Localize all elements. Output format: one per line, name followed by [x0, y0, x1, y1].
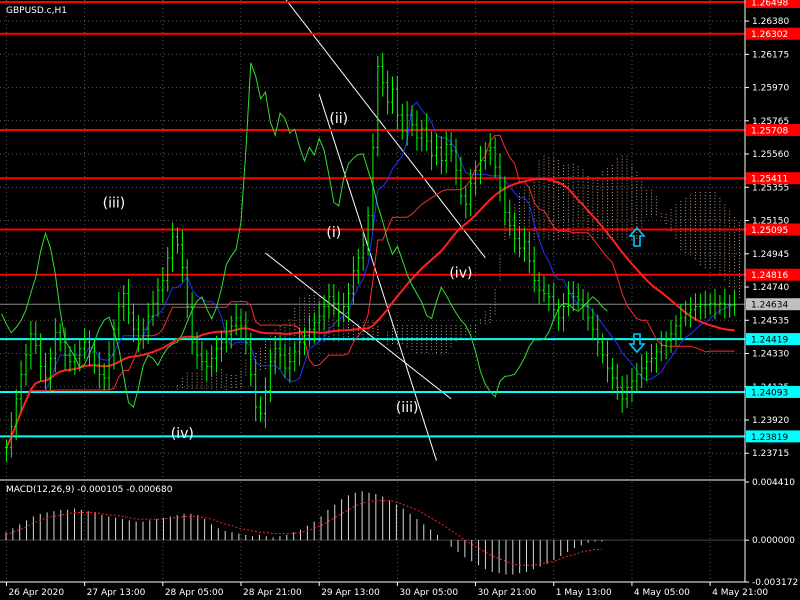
price-tick-label: 1.26380: [752, 17, 789, 27]
chart-window[interactable]: (iii) (iv) (v) (ii) (i) (iii) (iv) 0.004410 0.0…: [0, 0, 800, 600]
price-level-tag-label: 1.24093: [751, 388, 788, 398]
time-tick-label: 30 Apr 21:00: [478, 588, 537, 598]
price-tick-label: 1.23715: [752, 449, 789, 459]
macd-tick-label: 0.000000: [752, 536, 795, 546]
price-level-tag-label: 1.24419: [751, 336, 788, 346]
time-tick-label: 4 May 21:00: [712, 588, 768, 598]
price-tick-label: 1.24740: [752, 283, 789, 293]
price-level-tag-label: 1.25411: [751, 175, 788, 185]
time-tick-label: 1 May 13:00: [556, 588, 612, 598]
price-level-tag-label: 1.24634: [751, 301, 788, 311]
price-tick-label: 1.24330: [752, 350, 789, 360]
price-tick-label: 1.25355: [752, 183, 789, 193]
price-level-tag-label: 1.23819: [751, 433, 788, 443]
price-tick-label: 1.25970: [752, 84, 789, 94]
symbol-title: GBPUSD.c,H1: [6, 6, 67, 16]
wave-label: (iii): [103, 196, 126, 212]
price-tick-label: 1.24535: [752, 316, 789, 326]
price-level-tag-label: 1.24816: [751, 271, 788, 281]
time-tick-label: 28 Apr 21:00: [243, 588, 302, 598]
price-chart[interactable]: (iii) (iv) (v) (ii) (i) (iii) (iv) 0.004410 0.0…: [0, 0, 800, 600]
price-tick-label: 1.23920: [752, 416, 789, 426]
time-tick-label: 30 Apr 05:00: [399, 588, 458, 598]
price-level-tag-label: 1.25095: [751, 226, 788, 236]
wave-label: (iv): [449, 265, 472, 281]
time-tick-label: 28 Apr 05:00: [165, 588, 224, 598]
wave-label: (iii): [396, 400, 419, 416]
price-level-tag-label: 1.25708: [751, 127, 788, 137]
time-tick-label: 26 Apr 2020: [8, 588, 64, 598]
wave-label: (i): [326, 225, 341, 241]
time-tick-label: 27 Apr 13:00: [87, 588, 146, 598]
wave-label: (iv): [171, 426, 194, 442]
price-level-tag-label: 1.26302: [751, 30, 788, 40]
time-tick-label: 29 Apr 13:00: [321, 588, 380, 598]
macd-title: MACD(12,26,9) -0.000105 -0.000680: [6, 485, 173, 495]
price-tick-label: 1.25560: [752, 150, 789, 160]
wave-label: (ii): [329, 111, 348, 127]
macd-tick-label: -0.003172: [752, 578, 798, 588]
price-tick-label: 1.26175: [752, 50, 789, 60]
price-tick-label: 1.24945: [752, 250, 789, 260]
time-tick-label: 4 May 05:00: [634, 588, 690, 598]
macd-tick-label: 0.004410: [752, 478, 795, 488]
price-level-tag-label: 1.26498: [751, 0, 788, 8]
chart-background: [0, 0, 800, 600]
wave-label: (v): [266, 0, 285, 1]
